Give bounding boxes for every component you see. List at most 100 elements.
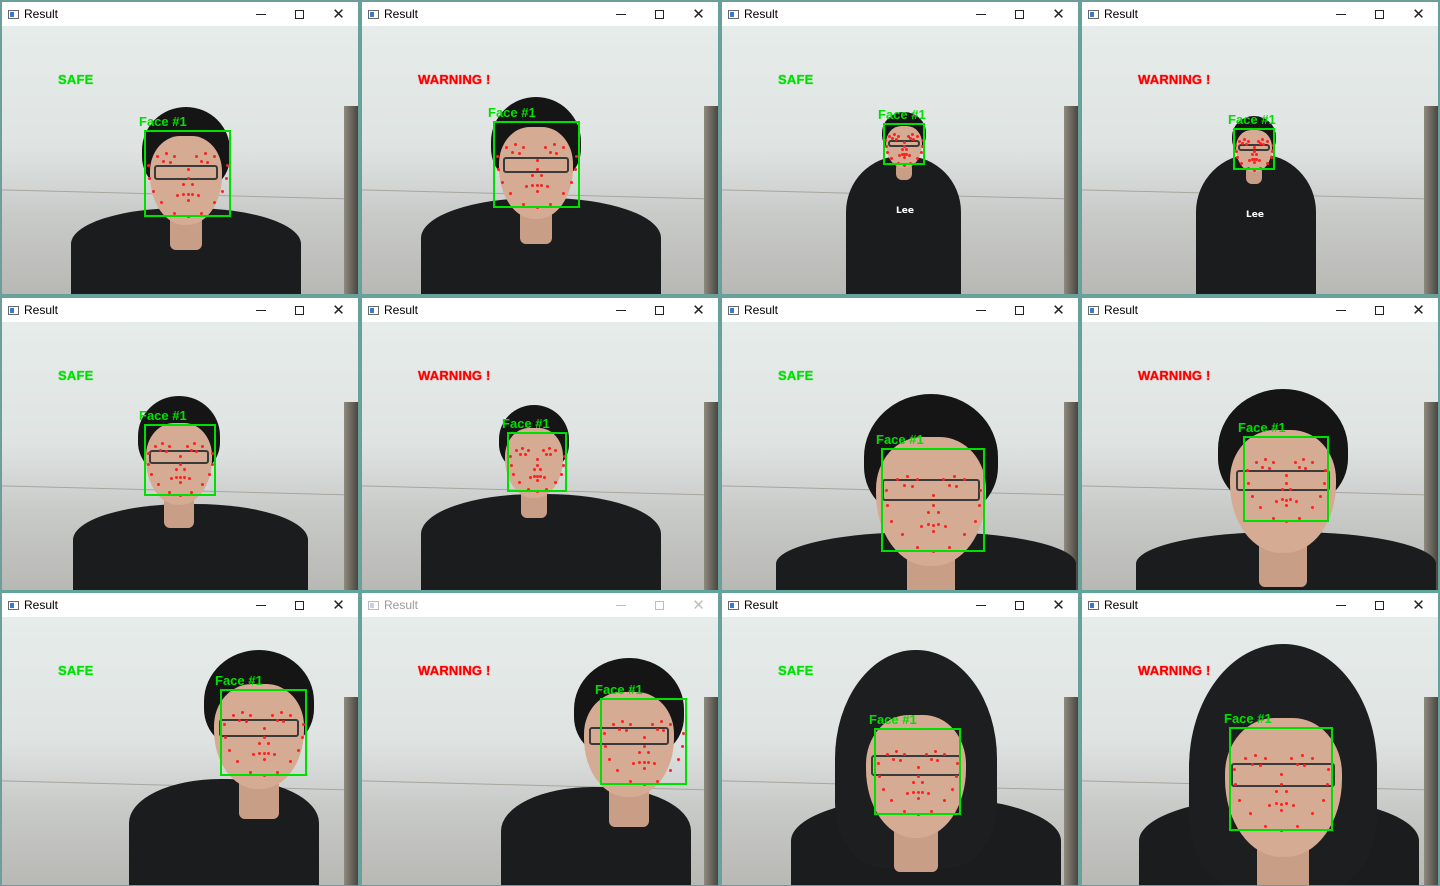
title-bar[interactable]: Result ✕: [722, 2, 1078, 26]
title-bar[interactable]: Result ✕: [722, 593, 1078, 617]
app-icon: [1088, 600, 1099, 610]
close-icon: ✕: [1052, 596, 1065, 614]
face-label: Face #1: [1224, 711, 1272, 726]
close-button[interactable]: ✕: [679, 2, 718, 26]
close-button[interactable]: ✕: [1399, 593, 1438, 617]
app-icon: [8, 9, 19, 19]
close-button[interactable]: ✕: [319, 2, 358, 26]
app-icon: [368, 305, 379, 315]
result-window[interactable]: Result ✕ Face #1 WARNING !: [361, 1, 719, 295]
wall-edge: [344, 402, 358, 590]
status-text: SAFE: [58, 663, 94, 678]
close-button[interactable]: ✕: [319, 298, 358, 322]
window-title: Result: [384, 303, 419, 317]
title-bar[interactable]: Result ✕: [1082, 593, 1438, 617]
result-window[interactable]: Result ✕ Face #1 SAFE: [721, 297, 1079, 591]
result-window[interactable]: Result ✕ Face #1 WARNING !: [1081, 592, 1439, 886]
title-bar[interactable]: Result ✕: [362, 298, 718, 322]
close-button[interactable]: ✕: [1039, 593, 1078, 617]
window-title: Result: [384, 598, 419, 612]
minimize-icon: [255, 604, 266, 606]
close-button[interactable]: ✕: [1399, 2, 1438, 26]
face-label: Face #1: [876, 432, 924, 447]
close-button[interactable]: ✕: [679, 593, 718, 617]
result-window[interactable]: Result ✕ Face #1 SAFE: [721, 592, 1079, 886]
window-title: Result: [1104, 303, 1139, 317]
maximize-icon: [295, 305, 304, 315]
maximize-button[interactable]: [280, 298, 319, 322]
app-icon: [368, 9, 379, 19]
result-window[interactable]: Result ✕ Face #1 WARNING !: [1081, 297, 1439, 591]
minimize-button[interactable]: [1321, 298, 1360, 322]
minimize-icon: [975, 309, 986, 311]
face-label: Face #1: [595, 682, 643, 697]
minimize-button[interactable]: [601, 2, 640, 26]
result-window[interactable]: Result ✕ Face #1 WARNING !: [361, 297, 719, 591]
title-bar[interactable]: Result ✕: [2, 2, 358, 26]
result-window[interactable]: Result ✕ Face #1 WARNING !: [361, 592, 719, 886]
title-bar[interactable]: Result ✕: [1082, 298, 1438, 322]
minimize-icon: [615, 309, 626, 311]
status-text: WARNING !: [1138, 368, 1211, 383]
minimize-icon: [1335, 309, 1346, 311]
maximize-button[interactable]: [1360, 298, 1399, 322]
maximize-icon: [1015, 9, 1024, 19]
maximize-button[interactable]: [280, 2, 319, 26]
minimize-button[interactable]: [1321, 2, 1360, 26]
maximize-button[interactable]: [640, 593, 679, 617]
title-bar[interactable]: Result ✕: [2, 298, 358, 322]
title-bar[interactable]: Result ✕: [722, 298, 1078, 322]
close-button[interactable]: ✕: [1039, 298, 1078, 322]
camera-frame: Face #1 SAFE: [722, 322, 1078, 590]
result-window[interactable]: Result ✕ Face #1 SAFE: [1, 1, 359, 295]
app-icon: [1088, 305, 1099, 315]
minimize-button[interactable]: [601, 593, 640, 617]
result-window[interactable]: Result ✕ Lee Face #1 WARNING !: [1081, 1, 1439, 295]
wall-edge: [1424, 697, 1438, 885]
maximize-button[interactable]: [1000, 593, 1039, 617]
window-title: Result: [1104, 7, 1139, 21]
minimize-button[interactable]: [241, 2, 280, 26]
minimize-icon: [1335, 13, 1346, 15]
maximize-button[interactable]: [280, 593, 319, 617]
camera-frame: Face #1 WARNING !: [362, 617, 718, 885]
maximize-button[interactable]: [1360, 593, 1399, 617]
title-bar[interactable]: Result ✕: [2, 593, 358, 617]
close-button[interactable]: ✕: [679, 298, 718, 322]
face-label: Face #1: [869, 712, 917, 727]
maximize-button[interactable]: [640, 2, 679, 26]
minimize-button[interactable]: [601, 298, 640, 322]
app-icon: [728, 9, 739, 19]
result-window[interactable]: Result ✕ Face #1 SAFE: [1, 592, 359, 886]
maximize-icon: [295, 600, 304, 610]
minimize-button[interactable]: [241, 298, 280, 322]
maximize-button[interactable]: [640, 298, 679, 322]
status-text: SAFE: [58, 368, 94, 383]
title-bar[interactable]: Result ✕: [362, 2, 718, 26]
close-button[interactable]: ✕: [319, 593, 358, 617]
close-icon: ✕: [1412, 596, 1425, 614]
result-window[interactable]: Result ✕ Lee Face #1 SAFE: [721, 1, 1079, 295]
maximize-button[interactable]: [1000, 298, 1039, 322]
title-bar[interactable]: Result ✕: [1082, 2, 1438, 26]
close-button[interactable]: ✕: [1399, 298, 1438, 322]
minimize-button[interactable]: [961, 593, 1000, 617]
minimize-button[interactable]: [241, 593, 280, 617]
camera-frame: Face #1 WARNING !: [1082, 322, 1438, 590]
maximize-icon: [1375, 600, 1384, 610]
app-icon: [8, 305, 19, 315]
window-title: Result: [744, 598, 779, 612]
minimize-button[interactable]: [1321, 593, 1360, 617]
face-label: Face #1: [1228, 112, 1276, 127]
maximize-button[interactable]: [1360, 2, 1399, 26]
close-button[interactable]: ✕: [1039, 2, 1078, 26]
minimize-button[interactable]: [961, 2, 1000, 26]
title-bar[interactable]: Result ✕: [362, 593, 718, 617]
maximize-icon: [655, 9, 664, 19]
minimize-button[interactable]: [961, 298, 1000, 322]
app-icon: [8, 600, 19, 610]
maximize-icon: [1375, 305, 1384, 315]
maximize-button[interactable]: [1000, 2, 1039, 26]
result-window[interactable]: Result ✕ Face #1 SAFE: [1, 297, 359, 591]
status-text: SAFE: [58, 72, 94, 87]
